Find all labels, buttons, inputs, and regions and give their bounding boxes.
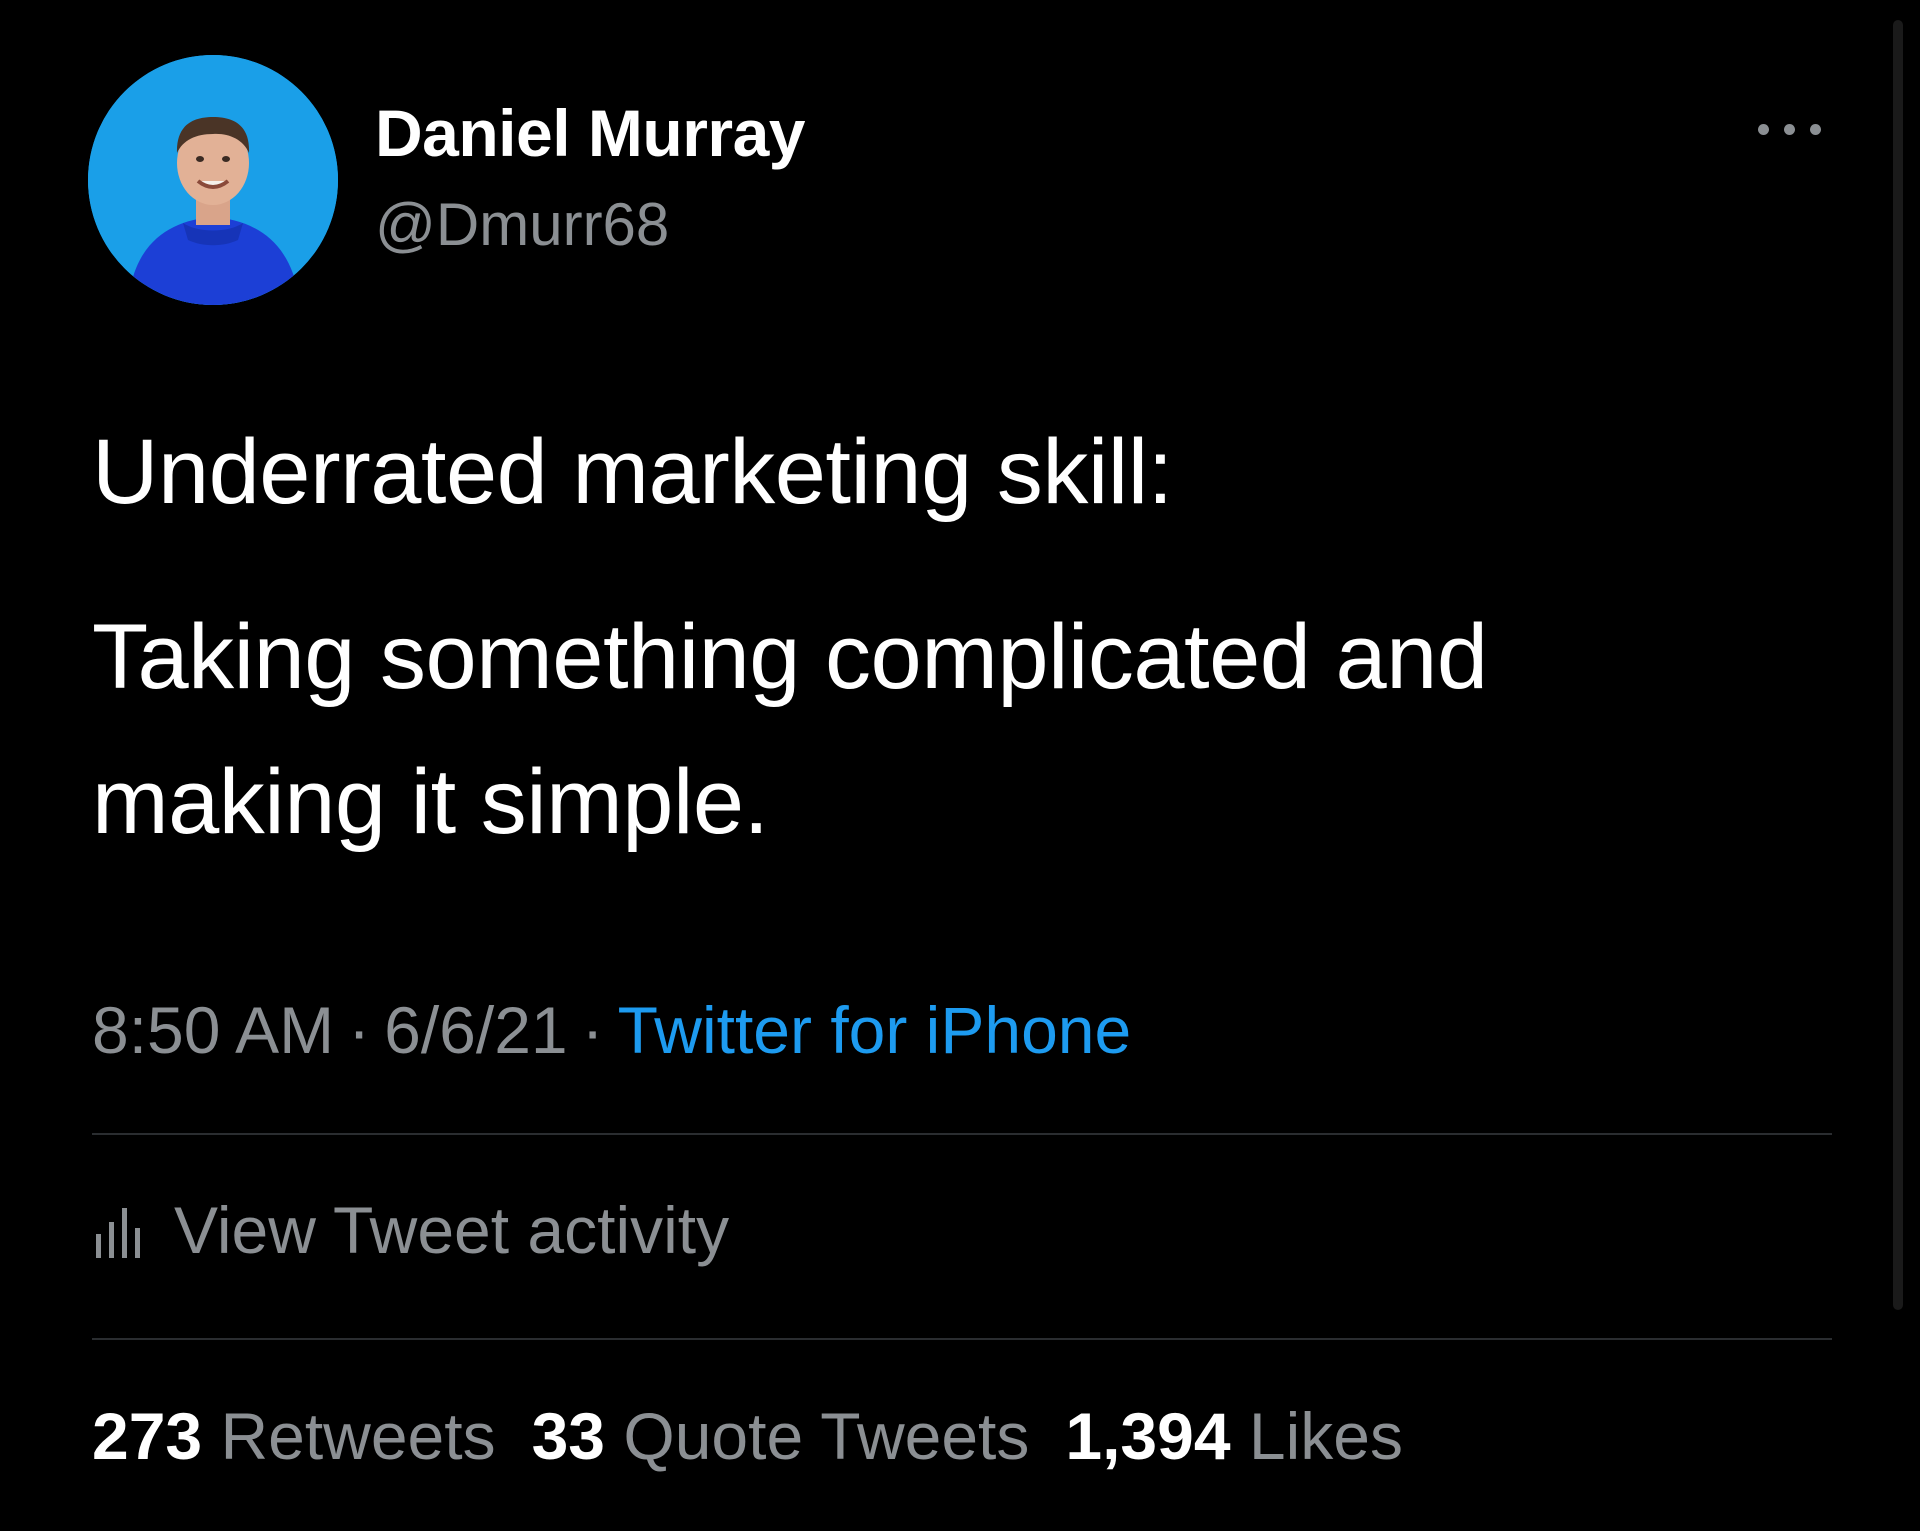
divider [92,1338,1832,1340]
tweet-metadata: 8:50 AM · 6/6/21 · Twitter for iPhone [92,992,1131,1068]
more-dot [1810,124,1821,135]
retweets-label: Retweets [220,1399,496,1473]
quote-tweets-label: Quote Tweets [623,1399,1030,1473]
avatar-photo [88,55,338,305]
view-tweet-activity-label: View Tweet activity [174,1193,730,1267]
tweet-text-line: Underrated marketing skill: [92,421,1173,523]
quote-tweets-stat[interactable]: 33 Quote Tweets [532,1399,1030,1473]
tweet-source-link[interactable]: Twitter for iPhone [618,993,1132,1067]
more-dot [1784,124,1795,135]
user-display-name[interactable]: Daniel Murray [375,95,805,171]
divider [92,1133,1832,1135]
tweet-stats: 273 Retweets 33 Quote Tweets 1,394 Likes [92,1398,1439,1474]
more-dot [1758,124,1769,135]
likes-label: Likes [1248,1399,1403,1473]
bar-chart-icon [96,1208,140,1258]
tweet-date[interactable]: 6/6/21 [384,993,568,1067]
tweet-detail-view: Daniel Murray @Dmurr68 Underrated market… [0,0,1920,1531]
likes-count: 1,394 [1065,1399,1231,1473]
view-tweet-activity-button[interactable]: View Tweet activity [92,1190,729,1270]
separator: · [348,993,371,1067]
avatar[interactable] [88,55,338,305]
tweet-text-line: making it simple. [92,751,769,853]
separator: · [581,993,604,1067]
retweets-count: 273 [92,1399,203,1473]
more-horizontal-icon[interactable] [1752,110,1828,150]
tweet-text-line: Taking something complicated and [92,606,1488,708]
user-handle[interactable]: @Dmurr68 [375,190,669,259]
likes-stat[interactable]: 1,394 Likes [1065,1399,1403,1473]
tweet-time[interactable]: 8:50 AM [92,993,334,1067]
retweets-stat[interactable]: 273 Retweets [92,1399,496,1473]
scrollbar[interactable] [1893,20,1903,1310]
quote-tweets-count: 33 [531,1399,606,1473]
